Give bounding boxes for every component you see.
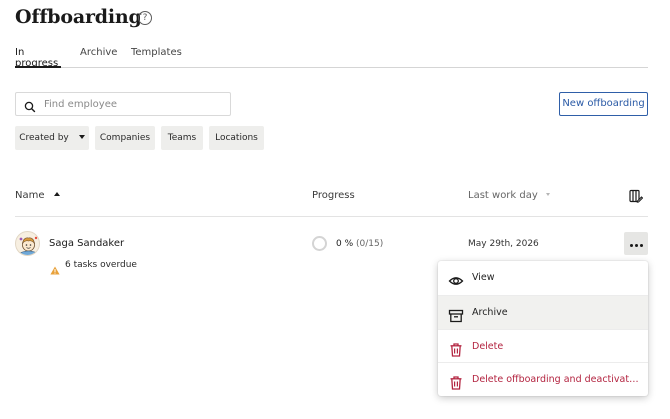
caret-down-icon <box>78 134 85 139</box>
tab-in-progress[interactable]: In progress <box>15 47 61 69</box>
column-name-label: Name <box>15 190 45 201</box>
column-header-name[interactable]: Name <box>15 190 60 201</box>
search-icon <box>24 98 36 117</box>
tab-templates[interactable]: Templates <box>131 47 182 68</box>
column-settings-icon[interactable] <box>629 188 644 207</box>
progress-ring-icon <box>312 236 327 251</box>
progress-value: 0 % (0/15) <box>336 239 383 249</box>
last-work-day-value: May 29th, 2026 <box>468 239 539 249</box>
filter-teams-label: Teams <box>167 133 197 143</box>
table-header-divider <box>15 216 648 217</box>
column-last-work-day-label: Last work day <box>468 190 538 201</box>
more-dot-icon <box>639 244 643 247</box>
question-circle-icon[interactable]: ? <box>138 11 152 25</box>
column-header-progress: Progress <box>312 190 355 201</box>
menu-item-delete[interactable]: Delete <box>438 329 648 363</box>
row-action-menu: View Archive Delete Delete offboarding a… <box>438 261 648 396</box>
menu-item-delete-and-deactivate-label: Delete offboarding and deactivate Saga S… <box>472 374 640 385</box>
filter-created-by-label: Created by <box>19 133 69 143</box>
filter-locations[interactable]: Locations <box>209 126 264 150</box>
search-input[interactable] <box>44 97 224 111</box>
filter-locations-label: Locations <box>215 133 258 143</box>
tab-bar: In progress Archive Templates <box>15 47 648 69</box>
more-dot-icon <box>634 244 638 247</box>
sort-ascending-icon <box>53 192 60 196</box>
overdue-tasks-text: 6 tasks overdue <box>65 260 137 270</box>
menu-item-view-label: View <box>472 272 495 283</box>
warning-icon <box>50 260 60 279</box>
menu-item-archive[interactable]: Archive <box>438 295 648 329</box>
progress-percent: 0 % <box>336 239 354 249</box>
employee-name[interactable]: Saga Sandaker <box>49 238 124 249</box>
tab-archive[interactable]: Archive <box>80 47 117 68</box>
more-options-button[interactable] <box>624 232 648 255</box>
progress-count: (0/15) <box>356 239 384 249</box>
filter-companies-label: Companies <box>99 133 151 143</box>
new-offboarding-button[interactable]: New offboarding <box>559 92 648 116</box>
avatar[interactable] <box>15 231 40 256</box>
search-field[interactable] <box>15 92 231 116</box>
trash-icon <box>448 372 464 406</box>
filter-created-by[interactable]: Created by <box>15 126 89 150</box>
menu-item-view[interactable]: View <box>438 261 648 295</box>
filter-companies[interactable]: Companies <box>95 126 155 150</box>
menu-item-archive-label: Archive <box>472 307 508 318</box>
menu-item-delete-and-deactivate[interactable]: Delete offboarding and deactivate Saga S… <box>438 362 648 396</box>
sort-icon <box>545 192 550 196</box>
filter-teams[interactable]: Teams <box>161 126 203 150</box>
column-header-last-work-day[interactable]: Last work day <box>468 190 550 201</box>
menu-item-delete-label: Delete <box>472 341 504 352</box>
page-title: Offboarding <box>15 6 142 28</box>
more-dot-icon <box>629 244 633 247</box>
